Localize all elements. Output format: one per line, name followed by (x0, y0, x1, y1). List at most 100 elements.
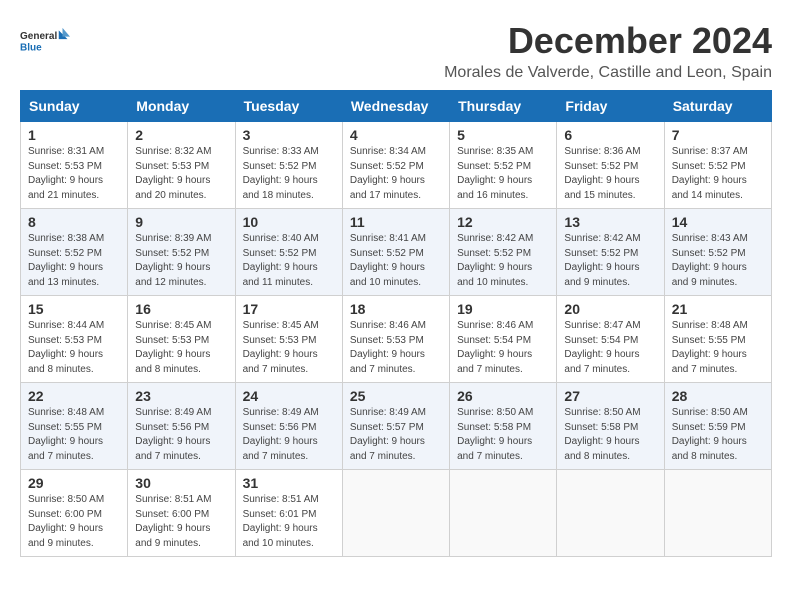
calendar-cell (557, 470, 664, 557)
calendar-cell: 30 Sunrise: 8:51 AMSunset: 6:00 PMDaylig… (128, 470, 235, 557)
day-number: 24 (243, 388, 335, 404)
calendar-cell: 20 Sunrise: 8:47 AMSunset: 5:54 PMDaylig… (557, 296, 664, 383)
calendar-cell: 21 Sunrise: 8:48 AMSunset: 5:55 PMDaylig… (664, 296, 771, 383)
day-number: 13 (564, 214, 656, 230)
day-info: Sunrise: 8:50 AMSunset: 5:58 PMDaylight:… (457, 407, 533, 462)
calendar-cell: 5 Sunrise: 8:35 AMSunset: 5:52 PMDayligh… (450, 122, 557, 209)
calendar-cell: 23 Sunrise: 8:49 AMSunset: 5:56 PMDaylig… (128, 383, 235, 470)
calendar-header-monday: Monday (128, 91, 235, 122)
day-info: Sunrise: 8:46 AMSunset: 5:53 PMDaylight:… (350, 320, 426, 375)
calendar-cell: 14 Sunrise: 8:43 AMSunset: 5:52 PMDaylig… (664, 209, 771, 296)
calendar-cell: 6 Sunrise: 8:36 AMSunset: 5:52 PMDayligh… (557, 122, 664, 209)
day-number: 4 (350, 127, 442, 143)
calendar-header-tuesday: Tuesday (235, 91, 342, 122)
day-number: 27 (564, 388, 656, 404)
day-info: Sunrise: 8:33 AMSunset: 5:52 PMDaylight:… (243, 146, 319, 201)
svg-text:Blue: Blue (20, 42, 42, 53)
calendar-cell (450, 470, 557, 557)
calendar-cell: 28 Sunrise: 8:50 AMSunset: 5:59 PMDaylig… (664, 383, 771, 470)
calendar-cell: 2 Sunrise: 8:32 AMSunset: 5:53 PMDayligh… (128, 122, 235, 209)
day-number: 17 (243, 301, 335, 317)
calendar-cell: 19 Sunrise: 8:46 AMSunset: 5:54 PMDaylig… (450, 296, 557, 383)
calendar-cell: 4 Sunrise: 8:34 AMSunset: 5:52 PMDayligh… (342, 122, 449, 209)
calendar-cell: 26 Sunrise: 8:50 AMSunset: 5:58 PMDaylig… (450, 383, 557, 470)
day-number: 8 (28, 214, 120, 230)
day-info: Sunrise: 8:39 AMSunset: 5:52 PMDaylight:… (135, 233, 211, 288)
calendar-cell (664, 470, 771, 557)
calendar-cell (342, 470, 449, 557)
day-number: 18 (350, 301, 442, 317)
day-info: Sunrise: 8:45 AMSunset: 5:53 PMDaylight:… (243, 320, 319, 375)
day-number: 10 (243, 214, 335, 230)
calendar-header-sunday: Sunday (21, 91, 128, 122)
calendar-cell: 22 Sunrise: 8:48 AMSunset: 5:55 PMDaylig… (21, 383, 128, 470)
day-info: Sunrise: 8:47 AMSunset: 5:54 PMDaylight:… (564, 320, 640, 375)
calendar-cell: 12 Sunrise: 8:42 AMSunset: 5:52 PMDaylig… (450, 209, 557, 296)
day-info: Sunrise: 8:43 AMSunset: 5:52 PMDaylight:… (672, 233, 748, 288)
calendar-cell: 7 Sunrise: 8:37 AMSunset: 5:52 PMDayligh… (664, 122, 771, 209)
day-number: 16 (135, 301, 227, 317)
day-number: 7 (672, 127, 764, 143)
day-number: 15 (28, 301, 120, 317)
day-info: Sunrise: 8:42 AMSunset: 5:52 PMDaylight:… (564, 233, 640, 288)
calendar-cell: 11 Sunrise: 8:41 AMSunset: 5:52 PMDaylig… (342, 209, 449, 296)
day-number: 30 (135, 475, 227, 491)
calendar-header-wednesday: Wednesday (342, 91, 449, 122)
day-number: 29 (28, 475, 120, 491)
calendar-cell: 24 Sunrise: 8:49 AMSunset: 5:56 PMDaylig… (235, 383, 342, 470)
day-info: Sunrise: 8:34 AMSunset: 5:52 PMDaylight:… (350, 146, 426, 201)
day-number: 12 (457, 214, 549, 230)
svg-text:General: General (20, 31, 57, 42)
day-info: Sunrise: 8:44 AMSunset: 5:53 PMDaylight:… (28, 320, 104, 375)
calendar-cell: 27 Sunrise: 8:50 AMSunset: 5:58 PMDaylig… (557, 383, 664, 470)
day-number: 5 (457, 127, 549, 143)
day-number: 23 (135, 388, 227, 404)
day-info: Sunrise: 8:50 AMSunset: 5:59 PMDaylight:… (672, 407, 748, 462)
calendar-table: SundayMondayTuesdayWednesdayThursdayFrid… (20, 90, 772, 557)
calendar-cell: 25 Sunrise: 8:49 AMSunset: 5:57 PMDaylig… (342, 383, 449, 470)
day-number: 20 (564, 301, 656, 317)
calendar-cell: 17 Sunrise: 8:45 AMSunset: 5:53 PMDaylig… (235, 296, 342, 383)
day-number: 25 (350, 388, 442, 404)
day-number: 6 (564, 127, 656, 143)
calendar-cell: 9 Sunrise: 8:39 AMSunset: 5:52 PMDayligh… (128, 209, 235, 296)
calendar-cell: 13 Sunrise: 8:42 AMSunset: 5:52 PMDaylig… (557, 209, 664, 296)
day-info: Sunrise: 8:36 AMSunset: 5:52 PMDaylight:… (564, 146, 640, 201)
day-number: 22 (28, 388, 120, 404)
calendar-cell: 15 Sunrise: 8:44 AMSunset: 5:53 PMDaylig… (21, 296, 128, 383)
day-info: Sunrise: 8:32 AMSunset: 5:53 PMDaylight:… (135, 146, 211, 201)
day-number: 26 (457, 388, 549, 404)
day-info: Sunrise: 8:35 AMSunset: 5:52 PMDaylight:… (457, 146, 533, 201)
day-number: 1 (28, 127, 120, 143)
calendar-cell: 10 Sunrise: 8:40 AMSunset: 5:52 PMDaylig… (235, 209, 342, 296)
day-number: 31 (243, 475, 335, 491)
day-info: Sunrise: 8:51 AMSunset: 6:00 PMDaylight:… (135, 494, 211, 549)
calendar-header-saturday: Saturday (664, 91, 771, 122)
day-info: Sunrise: 8:49 AMSunset: 5:56 PMDaylight:… (135, 407, 211, 462)
calendar-header-friday: Friday (557, 91, 664, 122)
day-number: 3 (243, 127, 335, 143)
day-info: Sunrise: 8:41 AMSunset: 5:52 PMDaylight:… (350, 233, 426, 288)
day-number: 14 (672, 214, 764, 230)
day-info: Sunrise: 8:45 AMSunset: 5:53 PMDaylight:… (135, 320, 211, 375)
day-info: Sunrise: 8:51 AMSunset: 6:01 PMDaylight:… (243, 494, 319, 549)
calendar-cell: 18 Sunrise: 8:46 AMSunset: 5:53 PMDaylig… (342, 296, 449, 383)
day-info: Sunrise: 8:50 AMSunset: 6:00 PMDaylight:… (28, 494, 104, 549)
day-info: Sunrise: 8:37 AMSunset: 5:52 PMDaylight:… (672, 146, 748, 201)
day-number: 19 (457, 301, 549, 317)
day-info: Sunrise: 8:42 AMSunset: 5:52 PMDaylight:… (457, 233, 533, 288)
day-number: 2 (135, 127, 227, 143)
calendar-cell: 3 Sunrise: 8:33 AMSunset: 5:52 PMDayligh… (235, 122, 342, 209)
calendar-header-thursday: Thursday (450, 91, 557, 122)
day-info: Sunrise: 8:49 AMSunset: 5:56 PMDaylight:… (243, 407, 319, 462)
day-number: 11 (350, 214, 442, 230)
day-info: Sunrise: 8:46 AMSunset: 5:54 PMDaylight:… (457, 320, 533, 375)
day-info: Sunrise: 8:48 AMSunset: 5:55 PMDaylight:… (28, 407, 104, 462)
location-subtitle: Morales de Valverde, Castille and Leon, … (444, 64, 772, 82)
logo: General Blue (20, 20, 70, 62)
calendar-cell: 31 Sunrise: 8:51 AMSunset: 6:01 PMDaylig… (235, 470, 342, 557)
month-title: December 2024 (444, 20, 772, 62)
day-number: 9 (135, 214, 227, 230)
calendar-cell: 1 Sunrise: 8:31 AMSunset: 5:53 PMDayligh… (21, 122, 128, 209)
day-info: Sunrise: 8:48 AMSunset: 5:55 PMDaylight:… (672, 320, 748, 375)
